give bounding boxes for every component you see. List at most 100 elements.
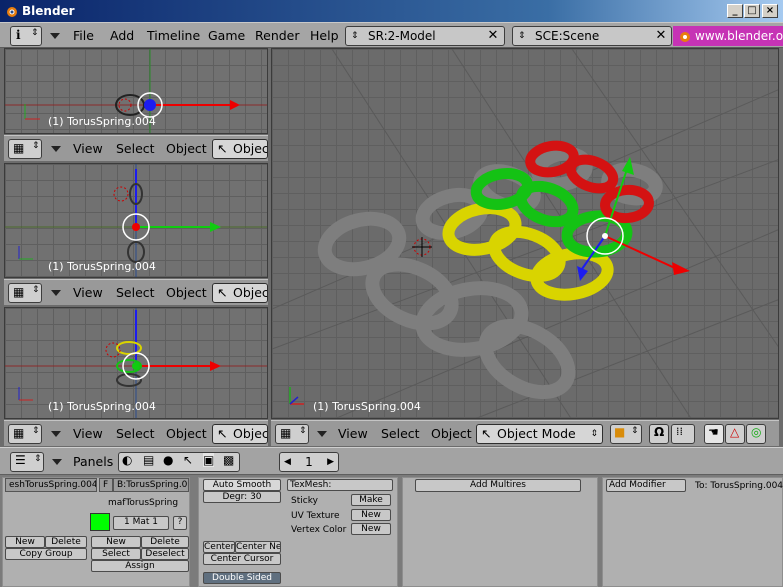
maximize-button[interactable]: □: [744, 4, 760, 18]
material-assign-button[interactable]: Assign: [91, 560, 189, 572]
collapse-menu-icon[interactable]: [317, 431, 327, 437]
material-deselect-button[interactable]: Deselect: [141, 548, 189, 560]
menu-object[interactable]: Object: [166, 285, 207, 300]
editing-icon[interactable]: ▣: [203, 453, 215, 467]
vertex-color-new-button[interactable]: New: [351, 523, 391, 535]
collapse-menu-icon[interactable]: [50, 33, 60, 39]
updown-arrows-icon: ⇕: [31, 28, 39, 38]
delete-scene-icon[interactable]: ✕: [653, 28, 669, 44]
rotate-manipulator-button[interactable]: ◎: [746, 424, 766, 444]
material-delete-button[interactable]: Delete: [141, 536, 189, 548]
editor-type-button[interactable]: ☰ ⇕: [10, 452, 44, 472]
material-new-button[interactable]: New: [91, 536, 141, 548]
object-name-field[interactable]: B:TorusSpring.004: [113, 478, 189, 492]
vertex-color-label: Vertex Color: [291, 525, 347, 535]
menu-view[interactable]: View: [73, 285, 103, 300]
menu-timeline[interactable]: Timeline: [147, 28, 200, 43]
center-new-button[interactable]: Center New: [235, 541, 281, 553]
draw-type-selector[interactable]: ■ ⇕: [610, 424, 642, 444]
viewport-top[interactable]: (1) TorusSpring.004: [4, 48, 268, 134]
hand-icon: ☚: [708, 425, 719, 439]
menu-object[interactable]: Object: [166, 141, 207, 156]
grab-manipulator-button[interactable]: ☚: [704, 424, 724, 444]
menu-object[interactable]: Object: [431, 426, 472, 441]
shading-icon[interactable]: ●: [163, 453, 173, 467]
viewport-header-perspective: ▦ ⇕ View Select Object ↖ Object Mode ⇕ ■…: [271, 420, 779, 446]
collapse-menu-icon[interactable]: [51, 146, 61, 152]
viewport-header-top: ▦ ⇕ View Select Object ↖ Objec: [4, 135, 268, 161]
auto-smooth-button[interactable]: Auto Smooth: [203, 479, 281, 491]
collapse-menu-icon[interactable]: [51, 431, 61, 437]
close-button[interactable]: ×: [762, 4, 778, 18]
degree-field[interactable]: Degr: 30: [203, 491, 281, 503]
menu-help[interactable]: Help: [310, 28, 339, 43]
menu-select[interactable]: Select: [116, 426, 155, 441]
material-index-field[interactable]: 1 Mat 1: [113, 516, 169, 530]
menu-file[interactable]: File: [73, 28, 94, 43]
menu-add[interactable]: Add: [110, 28, 134, 43]
material-color-swatch[interactable]: [90, 513, 110, 531]
collapse-menu-icon[interactable]: [52, 459, 62, 465]
blender-url-link[interactable]: www.blender.o: [673, 26, 783, 46]
help-button[interactable]: ?: [173, 516, 187, 530]
script-icon[interactable]: ▤: [143, 453, 154, 467]
menu-view[interactable]: View: [73, 141, 103, 156]
delete-screen-icon[interactable]: ✕: [485, 28, 501, 44]
mesh-name-field[interactable]: eshTorusSpring.004: [5, 478, 97, 492]
minimize-button[interactable]: _: [727, 4, 743, 18]
add-multires-button[interactable]: Add Multires: [415, 479, 581, 492]
modifier-target-label: To: TorusSpring.004: [695, 481, 783, 491]
object-label: (1) TorusSpring.004: [48, 400, 156, 413]
editor-type-button[interactable]: ▦ ⇕: [8, 424, 42, 444]
copy-group-button[interactable]: Copy Group: [5, 548, 87, 560]
add-modifier-button[interactable]: Add Modifier: [606, 479, 686, 492]
mode-selector[interactable]: ↖ Objec: [212, 139, 268, 159]
scene-selector[interactable]: ⇕ SCE:Scene: [512, 26, 672, 46]
material-select-button[interactable]: Select: [91, 548, 141, 560]
viewport-front[interactable]: (1) TorusSpring.004: [4, 163, 268, 278]
updown-arrows-icon: ⇕: [590, 429, 598, 439]
vertex-group-new-button[interactable]: New: [5, 536, 45, 548]
magnet-button[interactable]: Ω: [649, 424, 669, 444]
translate-manipulator-button[interactable]: △: [725, 424, 745, 444]
grid-icon: ▦: [13, 426, 25, 440]
sticky-make-button[interactable]: Make: [351, 494, 391, 506]
mode-selector[interactable]: ↖ Objec: [212, 283, 268, 303]
editor-type-button[interactable]: ▦ ⇕: [8, 139, 42, 159]
object-label: (1) TorusSpring.004: [313, 400, 421, 413]
menu-object[interactable]: Object: [166, 426, 207, 441]
editor-type-button[interactable]: i ⇕: [10, 26, 42, 46]
mode-selector[interactable]: ↖ Objec: [212, 424, 268, 444]
logic-icon[interactable]: ◐: [122, 453, 132, 467]
object-icon[interactable]: ↖: [183, 453, 193, 467]
vertex-group-delete-button[interactable]: Delete: [45, 536, 87, 548]
frame-counter[interactable]: ◀ 1 ▶: [279, 452, 339, 472]
collapse-menu-icon[interactable]: [51, 290, 61, 296]
grid-icon: ▦: [13, 141, 25, 155]
editor-type-button[interactable]: ▦ ⇕: [8, 283, 42, 303]
mesh-panel: Auto Smooth Degr: 30 Center Center New C…: [198, 477, 398, 587]
menu-select[interactable]: Select: [116, 141, 155, 156]
uv-texture-new-button[interactable]: New: [351, 509, 391, 521]
window-titlebar: Blender _ □ ×: [0, 0, 783, 22]
menu-select[interactable]: Select: [381, 426, 420, 441]
menu-game[interactable]: Game: [208, 28, 245, 43]
object-mode-icon: ↖: [217, 426, 228, 441]
editor-type-button[interactable]: ▦ ⇕: [275, 424, 309, 444]
center-button[interactable]: Center: [203, 541, 235, 553]
fake-user-button[interactable]: F: [99, 478, 113, 492]
center-cursor-button[interactable]: Center Cursor: [203, 553, 281, 565]
double-sided-button[interactable]: Double Sided: [203, 572, 281, 584]
texmesh-field[interactable]: TexMesh:: [287, 479, 393, 491]
scene-icon[interactable]: ▩: [223, 453, 234, 467]
menu-view[interactable]: View: [338, 426, 368, 441]
snap-button[interactable]: ⁞⁞: [671, 424, 695, 444]
screen-selector[interactable]: ⇕ SR:2-Model: [345, 26, 505, 46]
menu-view[interactable]: View: [73, 426, 103, 441]
mode-selector[interactable]: ↖ Object Mode ⇕: [476, 424, 603, 444]
menu-render[interactable]: Render: [255, 28, 300, 43]
menu-select[interactable]: Select: [116, 285, 155, 300]
grid-icon: ▦: [13, 285, 25, 299]
viewport-side[interactable]: (1) TorusSpring.004: [4, 307, 268, 419]
viewport-perspective[interactable]: (1) TorusSpring.004: [271, 48, 779, 419]
